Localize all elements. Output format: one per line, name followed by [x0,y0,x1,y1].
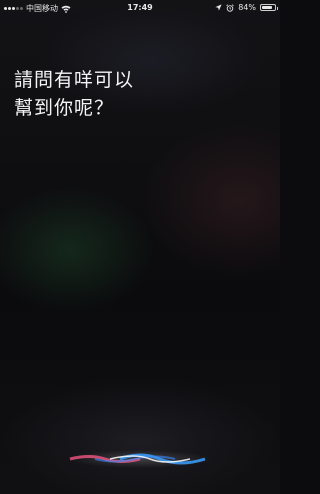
alarm-icon [226,3,234,12]
battery-level [262,6,272,9]
siri-screen: 中国移动 17:49 84% 請問有咩可以 幫到你呢？ [0,0,280,494]
siri-prompt-line-2: 幫到你呢？ [14,97,115,119]
siri-waveform-icon[interactable] [0,448,280,470]
battery-percent: 84% [238,3,256,12]
location-icon [215,4,222,11]
siri-prompt: 請問有咩可以 幫到你呢？ [14,66,214,122]
battery-icon [260,4,278,11]
siri-prompt-line-1: 請問有咩可以 [14,69,135,91]
status-bar: 中国移动 17:49 84% [0,0,280,16]
status-right: 84% [215,3,278,12]
